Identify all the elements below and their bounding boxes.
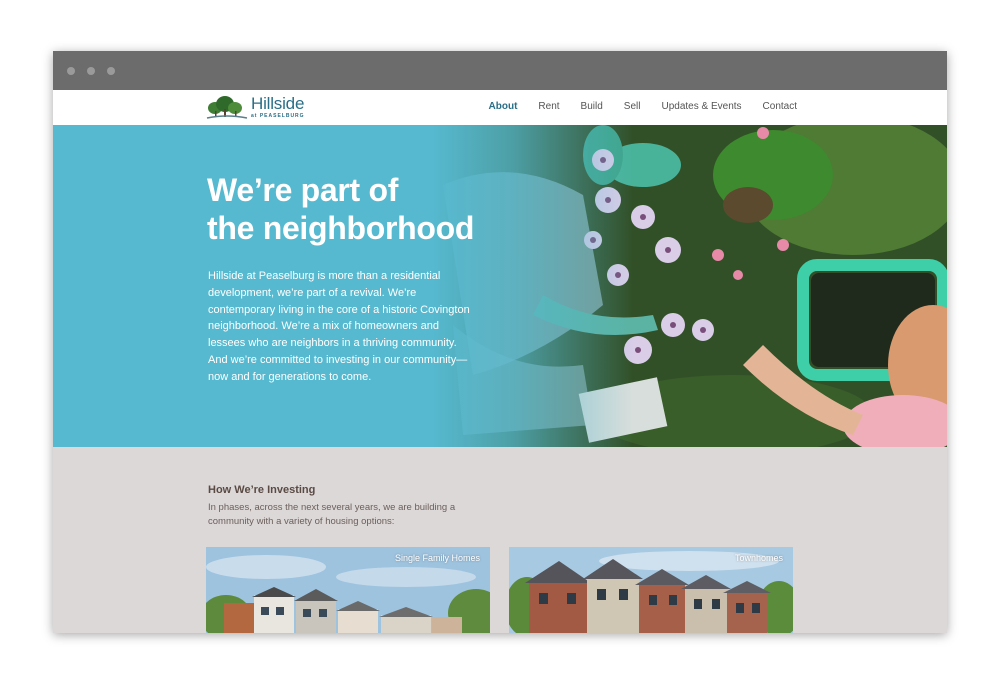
logo-subtitle: at PEASELBURG	[251, 113, 305, 119]
card-label-single-family: Single Family Homes	[394, 553, 480, 563]
logo-name: Hillside	[251, 94, 305, 113]
investing-section: How We’re Investing In phases, across th…	[53, 447, 947, 633]
window-titlebar	[53, 51, 947, 90]
nav-sell[interactable]: Sell	[624, 101, 641, 112]
investing-heading: How We’re Investing	[208, 484, 316, 496]
site-header: Hillside at PEASELBURG About Rent Build …	[53, 90, 947, 125]
hero-title-line2: the neighborhood	[207, 210, 475, 246]
nav-contact[interactable]: Contact	[763, 101, 797, 112]
card-label-townhomes: Townhomes	[734, 553, 783, 563]
zoom-dot[interactable]	[107, 67, 115, 75]
hero-section: We’re part of the neighborhood Hillside …	[53, 125, 947, 447]
tree-icon	[206, 96, 248, 119]
nav-build[interactable]: Build	[581, 101, 603, 112]
card-single-family-homes[interactable]: Single Family Homes	[206, 547, 490, 633]
browser-window: Hillside at PEASELBURG About Rent Build …	[53, 51, 947, 633]
hero-body-text: Hillside at Peaselburg is more than a re…	[208, 270, 470, 383]
close-dot[interactable]	[67, 67, 75, 75]
minimize-dot[interactable]	[87, 67, 95, 75]
nav-updates-events[interactable]: Updates & Events	[661, 101, 741, 112]
hero-title: We’re part of the neighborhood	[207, 171, 527, 247]
site-logo[interactable]: Hillside at PEASELBURG	[205, 94, 315, 121]
main-nav: About Rent Build Sell Updates & Events C…	[468, 101, 797, 112]
nav-about[interactable]: About	[489, 101, 518, 112]
card-townhomes[interactable]: Townhomes	[509, 547, 793, 633]
nav-rent[interactable]: Rent	[538, 101, 559, 112]
investing-subtitle: In phases, across the next several years…	[208, 502, 456, 527]
hero-title-line1: We’re part of	[207, 172, 399, 208]
